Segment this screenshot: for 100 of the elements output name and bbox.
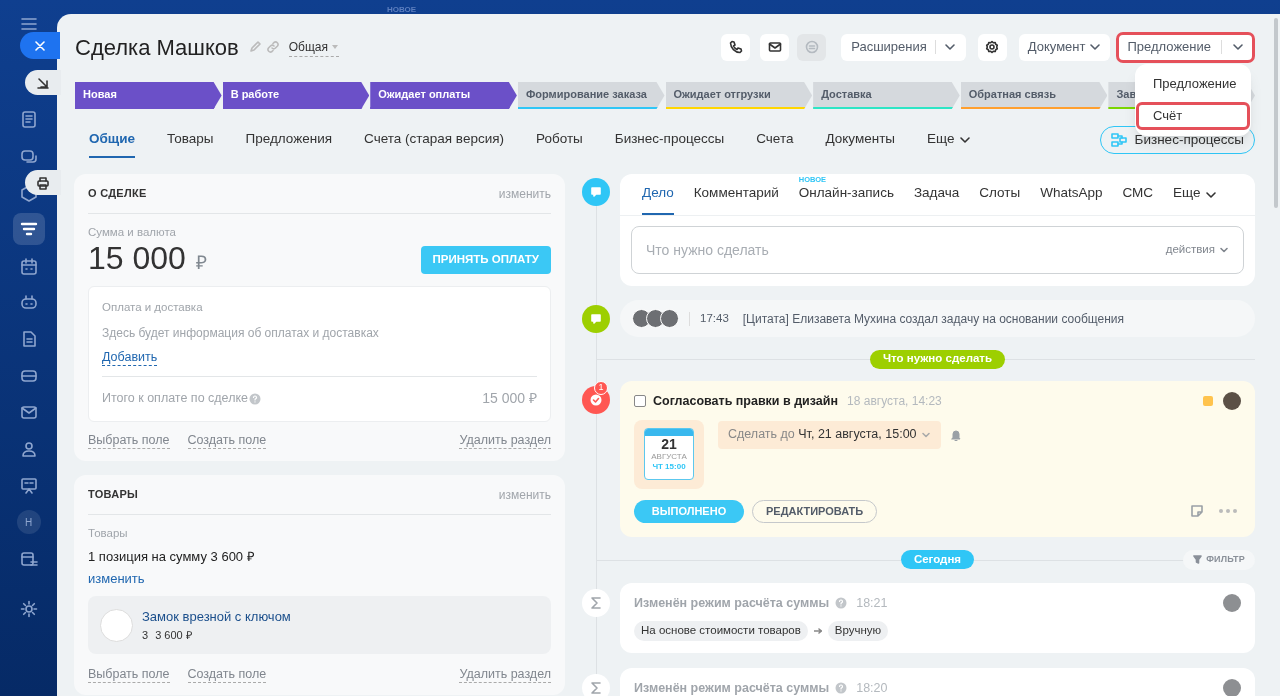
- print-button[interactable]: [25, 170, 61, 195]
- caret-icon: [1219, 245, 1229, 255]
- minimize-button[interactable]: [25, 70, 61, 95]
- email-button[interactable]: [760, 33, 790, 61]
- tab[interactable]: Бизнес-процессы: [598, 122, 741, 158]
- composer-tab[interactable]: WhatsApp: [1030, 174, 1113, 215]
- stage-step[interactable]: Новая: [75, 82, 222, 109]
- stage-step[interactable]: Обратная связь: [960, 82, 1108, 109]
- tab[interactable]: Предложения: [229, 122, 349, 158]
- section-label: Что нужно сделать: [869, 349, 1006, 369]
- composer-tab[interactable]: Комментарий: [683, 174, 789, 215]
- add-link[interactable]: Добавить: [102, 350, 158, 366]
- caret-icon: [331, 42, 340, 51]
- stage-step[interactable]: В работе: [222, 82, 370, 109]
- filter-icon: [1193, 555, 1203, 565]
- history-time: 18:20: [856, 679, 888, 696]
- chat-icon: [804, 40, 819, 54]
- phone-icon: [728, 40, 743, 54]
- flowchart-icon: [1110, 133, 1127, 147]
- call-button[interactable]: [721, 33, 751, 61]
- message-text: [Цитата] Елизавета Мухина создал задачу на основании сообщения: [742, 310, 1124, 328]
- composer-tab[interactable]: Еще: [1163, 174, 1228, 215]
- field-label: Оплата и доставка: [102, 299, 204, 315]
- total-value: 15 000 ₽: [482, 389, 537, 408]
- tab[interactable]: Еще: [911, 122, 988, 158]
- news-icon[interactable]: [19, 110, 38, 128]
- card-icon[interactable]: [19, 367, 38, 385]
- tab[interactable]: Общие: [73, 122, 152, 158]
- note-icon[interactable]: [1190, 504, 1204, 519]
- calendar-month: АВГУСТА: [651, 452, 687, 463]
- sidebar-item[interactable]: [12, 213, 45, 245]
- composer-tab[interactable]: СМС: [1112, 174, 1163, 215]
- footer-link[interactable]: Создать поле: [187, 666, 267, 684]
- avatar-letter[interactable]: H: [16, 510, 41, 534]
- tab[interactable]: Документы: [809, 122, 911, 158]
- tab[interactable]: Счета (старая версия): [348, 122, 520, 158]
- caret-icon: [959, 134, 972, 146]
- checkbox[interactable]: [634, 395, 646, 408]
- footer-link[interactable]: Выбрать поле: [88, 666, 170, 684]
- tab[interactable]: Счета: [740, 122, 810, 158]
- deadline-dropdown[interactable]: Сделать до Чт, 21 августа, 15:00: [718, 420, 941, 449]
- tab[interactable]: Роботы: [520, 122, 599, 158]
- close-icon: [35, 40, 45, 51]
- footer-link[interactable]: Создать поле: [187, 432, 267, 449]
- create-button[interactable]: Предложение: [1116, 31, 1255, 63]
- products-summary: 1 позиция на сумму 3 600 ₽: [88, 548, 256, 567]
- counter-badge: 1: [594, 381, 608, 395]
- avatar: [1223, 594, 1241, 613]
- scrollbar[interactable]: [1274, 18, 1278, 208]
- product-price: 3 600 ₽: [155, 628, 192, 644]
- footer-link[interactable]: Удалить раздел: [459, 666, 551, 684]
- avatar: [1223, 392, 1241, 411]
- caret-icon: [1089, 41, 1102, 53]
- people-icon[interactable]: [19, 440, 38, 458]
- menu-icon: [20, 18, 37, 30]
- avatar: [1223, 678, 1241, 696]
- tab[interactable]: Товары: [151, 122, 230, 158]
- composer-tab[interactable]: Задача: [903, 174, 970, 215]
- mail-icon: [767, 40, 782, 54]
- value-chip: Вручную: [827, 620, 889, 641]
- calendar-time: ЧТ 15:00: [652, 462, 686, 473]
- category-dropdown[interactable]: Общая: [288, 37, 340, 57]
- document-button[interactable]: Документ: [1018, 33, 1111, 61]
- arrow-icon: [813, 627, 822, 634]
- chat-icon[interactable]: [19, 148, 38, 166]
- menu-item[interactable]: Счёт: [1136, 102, 1250, 130]
- history-title: Изменён режим расчёта суммы: [634, 594, 830, 612]
- composer-tab[interactable]: Слоты: [969, 174, 1031, 215]
- avatar: [660, 309, 679, 328]
- currency-sign: ₽: [195, 251, 207, 276]
- board-icon[interactable]: [19, 477, 38, 495]
- robot-icon[interactable]: [19, 293, 38, 311]
- stage-step[interactable]: Ожидает отгрузки: [665, 82, 813, 109]
- change-link[interactable]: изменить: [88, 568, 551, 589]
- schedule-icon[interactable]: [19, 550, 38, 568]
- close-button[interactable]: [20, 32, 60, 59]
- task-input-field[interactable]: Что нужно сделать действия: [631, 226, 1244, 274]
- menu-item[interactable]: Предложение: [1136, 70, 1250, 98]
- task-title: Согласовать правки в дизайн: [653, 393, 839, 410]
- settings-button[interactable]: [977, 33, 1007, 61]
- sum-icon: [590, 595, 602, 610]
- funnel-icon: [19, 220, 38, 238]
- total-label: Итого к оплате по сделке: [102, 390, 248, 408]
- footer-link[interactable]: Удалить раздел: [459, 432, 551, 449]
- priority-marker: [1203, 396, 1213, 407]
- mail-icon[interactable]: [19, 403, 38, 421]
- product-link[interactable]: Замок врезной с ключом: [142, 606, 291, 627]
- footer-link[interactable]: Выбрать поле: [88, 432, 170, 449]
- composer-tab[interactable]: Дело: [632, 174, 684, 215]
- stage-step[interactable]: Доставка: [813, 82, 960, 109]
- calendar-day: 21: [661, 436, 677, 453]
- calendar-header: [645, 429, 693, 437]
- bell-icon[interactable]: [949, 428, 962, 442]
- extensions-button[interactable]: Расширения: [841, 33, 966, 61]
- photo-placeholder: [100, 608, 133, 642]
- stage-step[interactable]: Формирование заказа: [517, 82, 665, 109]
- calendar-icon[interactable]: [19, 258, 38, 276]
- actions-dropdown[interactable]: действия: [1165, 241, 1229, 259]
- stage-step[interactable]: Ожидает оплаты: [370, 82, 517, 109]
- field-label: Товары: [88, 526, 129, 541]
